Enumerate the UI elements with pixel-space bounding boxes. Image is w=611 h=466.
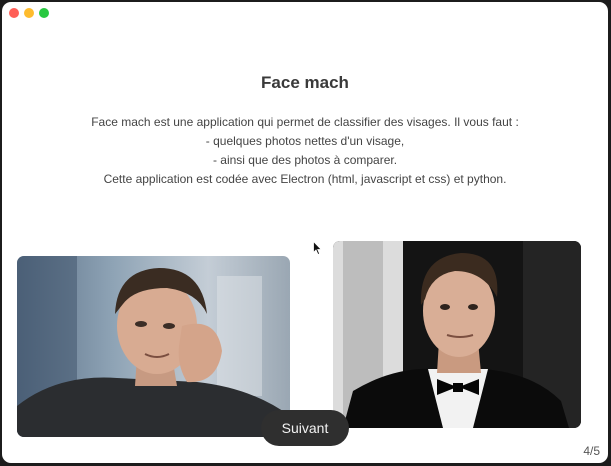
description-line: - ainsi que des photos à comparer. xyxy=(212,153,398,167)
minimize-window-button[interactable] xyxy=(24,8,34,18)
face-photo-right xyxy=(333,241,581,428)
zoom-window-button[interactable] xyxy=(39,8,49,18)
description: Face mach est une application qui permet… xyxy=(2,113,608,189)
description-line: - quelques photos nettes d'un visage, xyxy=(205,134,405,148)
face-photo-left xyxy=(17,256,290,437)
page-counter: 4/5 xyxy=(583,444,600,458)
app-window: Face mach Face mach est une application … xyxy=(2,2,608,463)
description-line: Cette application est codée avec Electro… xyxy=(103,172,507,186)
person-photo-icon xyxy=(333,241,581,428)
page-title: Face mach xyxy=(261,73,349,92)
person-photo-icon xyxy=(17,256,290,437)
window-controls xyxy=(9,8,49,18)
close-window-button[interactable] xyxy=(9,8,19,18)
description-line: Face mach est une application qui permet… xyxy=(91,115,519,129)
mouse-pointer-icon xyxy=(313,241,322,255)
next-button[interactable]: Suivant xyxy=(261,410,349,446)
